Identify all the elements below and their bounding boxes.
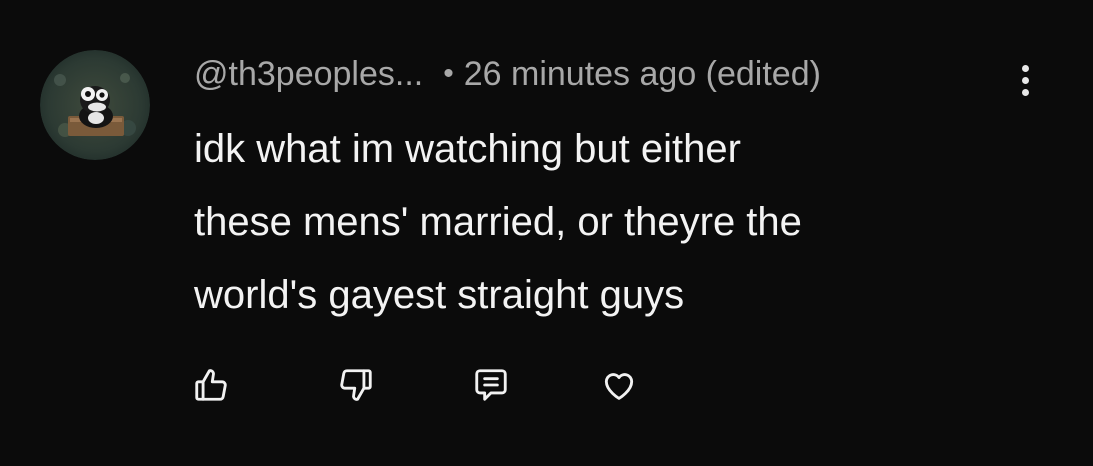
comment-text: idk what im watching but either these me… xyxy=(194,113,1054,332)
author-avatar[interactable] xyxy=(40,50,150,160)
more-vertical-icon-dot xyxy=(1021,76,1029,84)
heart-button[interactable] xyxy=(594,360,644,410)
duck-avatar-icon xyxy=(40,50,150,160)
reply-button[interactable] xyxy=(466,360,516,410)
comment-text-line: idk what im watching but either xyxy=(194,127,741,171)
dislike-button[interactable] xyxy=(331,360,381,410)
separator-dot: • xyxy=(443,57,454,90)
reply-icon xyxy=(475,369,507,401)
heart-icon xyxy=(604,373,634,400)
comment-header: @th3peoples... • 26 minutes ago (edited) xyxy=(194,52,821,96)
more-vertical-icon-dot xyxy=(1021,88,1029,96)
comment-card: @th3peoples... • 26 minutes ago (edited)… xyxy=(0,0,1093,466)
comment-text-line: world's gayest straight guys xyxy=(194,273,685,317)
thumbs-down-icon xyxy=(340,369,372,401)
like-button[interactable] xyxy=(186,360,236,410)
thumbs-up-icon xyxy=(195,369,227,401)
comment-text-line: these mens' married, or theyre the xyxy=(194,200,802,244)
more-options-button[interactable] xyxy=(1010,58,1040,102)
more-vertical-icon xyxy=(1021,64,1029,72)
author-name[interactable]: @th3peoples... xyxy=(194,55,423,94)
timestamp[interactable]: 26 minutes ago (edited) xyxy=(464,55,821,94)
